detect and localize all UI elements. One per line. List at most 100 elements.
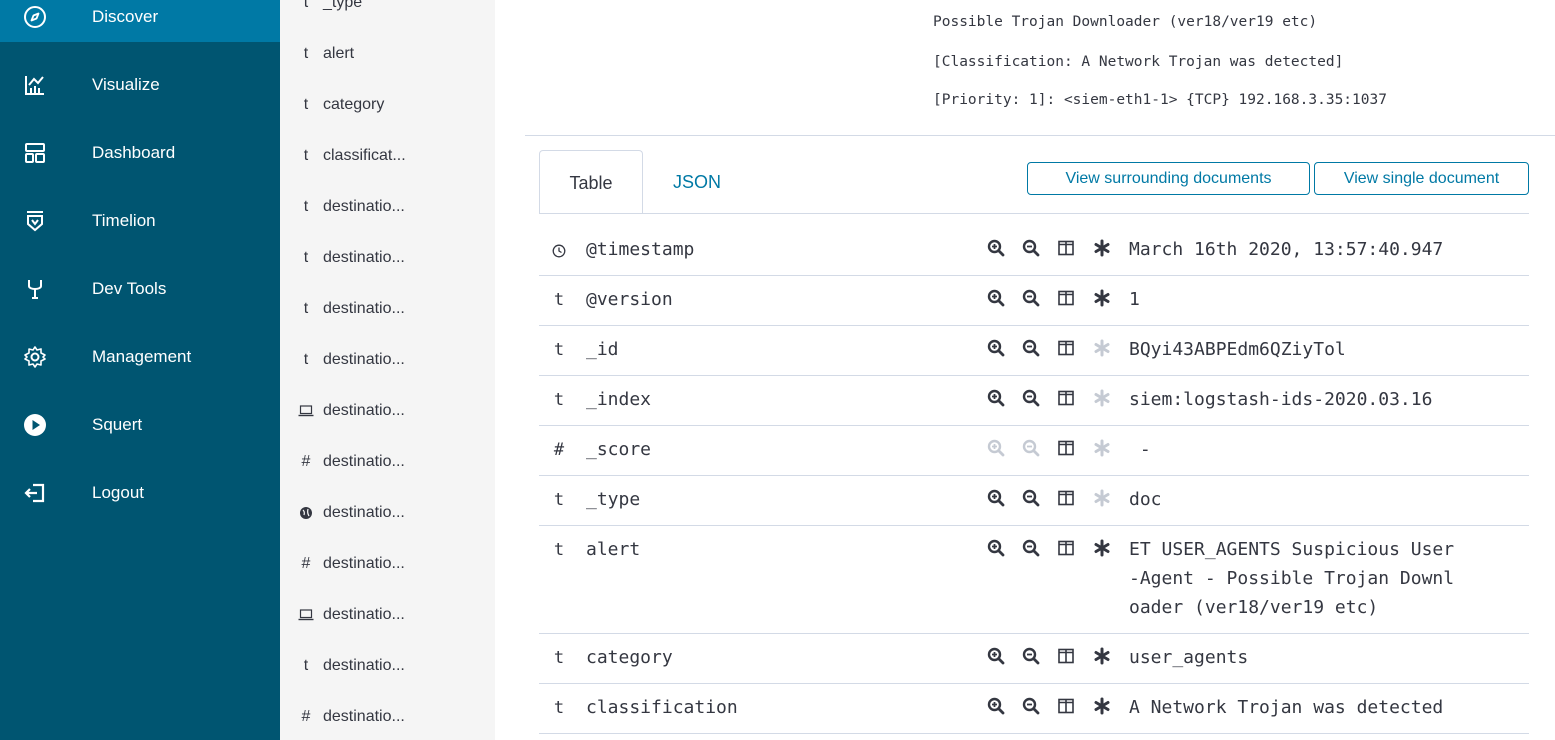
ip-type-icon [298, 608, 314, 622]
string-type-icon: t [553, 490, 565, 510]
globe-icon [300, 507, 312, 519]
filter-out-value-icon[interactable] [1022, 389, 1042, 411]
nav-label: Logout [92, 483, 144, 502]
filter-for-value-icon[interactable] [987, 439, 1007, 461]
filter-exists-icon[interactable] [1093, 439, 1113, 461]
toggle-column-icon[interactable] [1057, 539, 1077, 561]
filter-for-value-icon[interactable] [987, 389, 1007, 411]
filter-out-value-icon[interactable] [1022, 289, 1042, 311]
filter-exists-icon[interactable] [1093, 489, 1113, 511]
nav-item-timelion[interactable]: Timelion [0, 196, 280, 246]
toggle-column-icon[interactable] [1057, 239, 1077, 261]
nav-item-dashboard[interactable]: Dashboard [0, 128, 280, 178]
field-value: doc [1129, 489, 1162, 510]
nav-item-management[interactable]: Management [0, 332, 280, 382]
view-surrounding-documents-button[interactable]: View surrounding documents [1027, 162, 1310, 195]
date-type-icon [551, 244, 567, 258]
field-list-item[interactable]: # destinatio... [280, 697, 495, 737]
field-list-item[interactable]: t destinatio... [280, 289, 495, 329]
filter-exists-icon[interactable] [1093, 539, 1113, 561]
field-list-item[interactable]: t destinatio... [280, 187, 495, 227]
filter-out-value-icon[interactable] [1022, 239, 1042, 261]
field-name: destinatio... [323, 657, 405, 674]
view-single-document-button[interactable]: View single document [1314, 162, 1529, 195]
filter-out-value-icon[interactable] [1022, 539, 1042, 561]
geo-type-icon [298, 506, 314, 520]
toggle-column-icon[interactable] [1057, 439, 1077, 461]
filter-for-value-icon[interactable] [987, 489, 1007, 511]
string-type-icon: t [303, 45, 309, 62]
nav-label: Management [92, 347, 192, 366]
field-value: 1 [1129, 289, 1140, 310]
toggle-column-icon[interactable] [1057, 389, 1077, 411]
field-value-link[interactable]: BQyi43ABPEdm6QZiyTol [1129, 335, 1529, 364]
field-name: destinatio... [323, 198, 405, 215]
field-name: @timestamp [586, 239, 695, 260]
filter-for-value-icon[interactable] [987, 339, 1007, 361]
nav-item-visualize[interactable]: Visualize [0, 60, 280, 110]
filter-out-value-icon[interactable] [1022, 489, 1042, 511]
filter-for-value-icon[interactable] [987, 697, 1007, 719]
field-list-item[interactable]: # destinatio... [280, 442, 495, 482]
button-label: View surrounding documents [1065, 170, 1272, 187]
field-value: - [1129, 439, 1151, 460]
field-list-item[interactable]: t _type [280, 0, 495, 23]
chart-icon [23, 73, 47, 97]
toggle-column-icon[interactable] [1057, 647, 1077, 669]
row-actions [987, 389, 1127, 411]
field-list-item[interactable]: t destinatio... [280, 646, 495, 686]
filter-for-value-icon[interactable] [987, 539, 1007, 561]
tab-table[interactable]: Table [539, 150, 643, 214]
filter-out-value-icon[interactable] [1022, 439, 1042, 461]
filter-out-value-icon[interactable] [1022, 697, 1042, 719]
string-type-icon: t [303, 249, 309, 266]
nav-item-squert[interactable]: Squert [0, 400, 280, 450]
tab-json[interactable]: JSON [657, 150, 737, 214]
filter-exists-icon[interactable] [1093, 239, 1113, 261]
filter-out-value-icon[interactable] [1022, 339, 1042, 361]
field-list-item[interactable]: t destinatio... [280, 238, 495, 278]
toggle-column-icon[interactable] [1057, 697, 1077, 719]
field-name: classification [586, 697, 738, 718]
toggle-column-icon[interactable] [1057, 339, 1077, 361]
filter-exists-icon[interactable] [1093, 697, 1113, 719]
number-type-icon: # [301, 708, 311, 725]
filter-out-value-icon[interactable] [1022, 647, 1042, 669]
nav-item-discover[interactable]: Discover [0, 0, 280, 42]
number-type-icon: # [301, 453, 311, 470]
field-list-item[interactable]: t category [280, 85, 495, 125]
filter-exists-icon[interactable] [1093, 339, 1113, 361]
field-name: @version [586, 289, 673, 310]
toggle-column-icon[interactable] [1057, 489, 1077, 511]
filter-exists-icon[interactable] [1093, 647, 1113, 669]
toggle-column-icon[interactable] [1057, 289, 1077, 311]
field-name: _type [586, 489, 641, 510]
filter-for-value-icon[interactable] [987, 239, 1007, 261]
summary-line: Possible Trojan Downloader (ver18/ver19 … [933, 14, 1318, 30]
nav-item-dev-tools[interactable]: Dev Tools [0, 264, 280, 314]
field-list-item[interactable]: t classificat... [280, 136, 495, 176]
filter-for-value-icon[interactable] [987, 647, 1007, 669]
field-list-item[interactable]: t destinatio... [280, 340, 495, 380]
field-value: ET USER_AGENTS Suspicious User -Agent - … [1129, 539, 1455, 618]
filter-exists-icon[interactable] [1093, 389, 1113, 411]
row-actions [987, 289, 1127, 311]
table-row: t @version 1 [539, 276, 1529, 326]
filter-for-value-icon[interactable] [987, 289, 1007, 311]
laptop-icon [298, 405, 314, 417]
string-type-icon: t [303, 300, 309, 317]
field-list-item[interactable]: destinatio... [280, 391, 495, 431]
nav-item-logout[interactable]: Logout [0, 468, 280, 518]
field-list-item[interactable]: # destinatio... [280, 544, 495, 584]
field-list-item[interactable]: destinatio... [280, 595, 495, 635]
summary-line: [Priority: 1]: <siem-eth1-1> {TCP} 192.1… [933, 92, 1387, 108]
field-name: _index [586, 389, 652, 410]
compass-icon [23, 5, 47, 29]
clock-icon [552, 244, 566, 258]
filter-exists-icon[interactable] [1093, 289, 1113, 311]
field-list-item[interactable]: t alert [280, 34, 495, 74]
timelion-icon [23, 209, 47, 233]
field-list-item[interactable]: destinatio... [280, 493, 495, 533]
nav-label: Dev Tools [92, 279, 167, 298]
field-name: destinatio... [323, 300, 405, 317]
